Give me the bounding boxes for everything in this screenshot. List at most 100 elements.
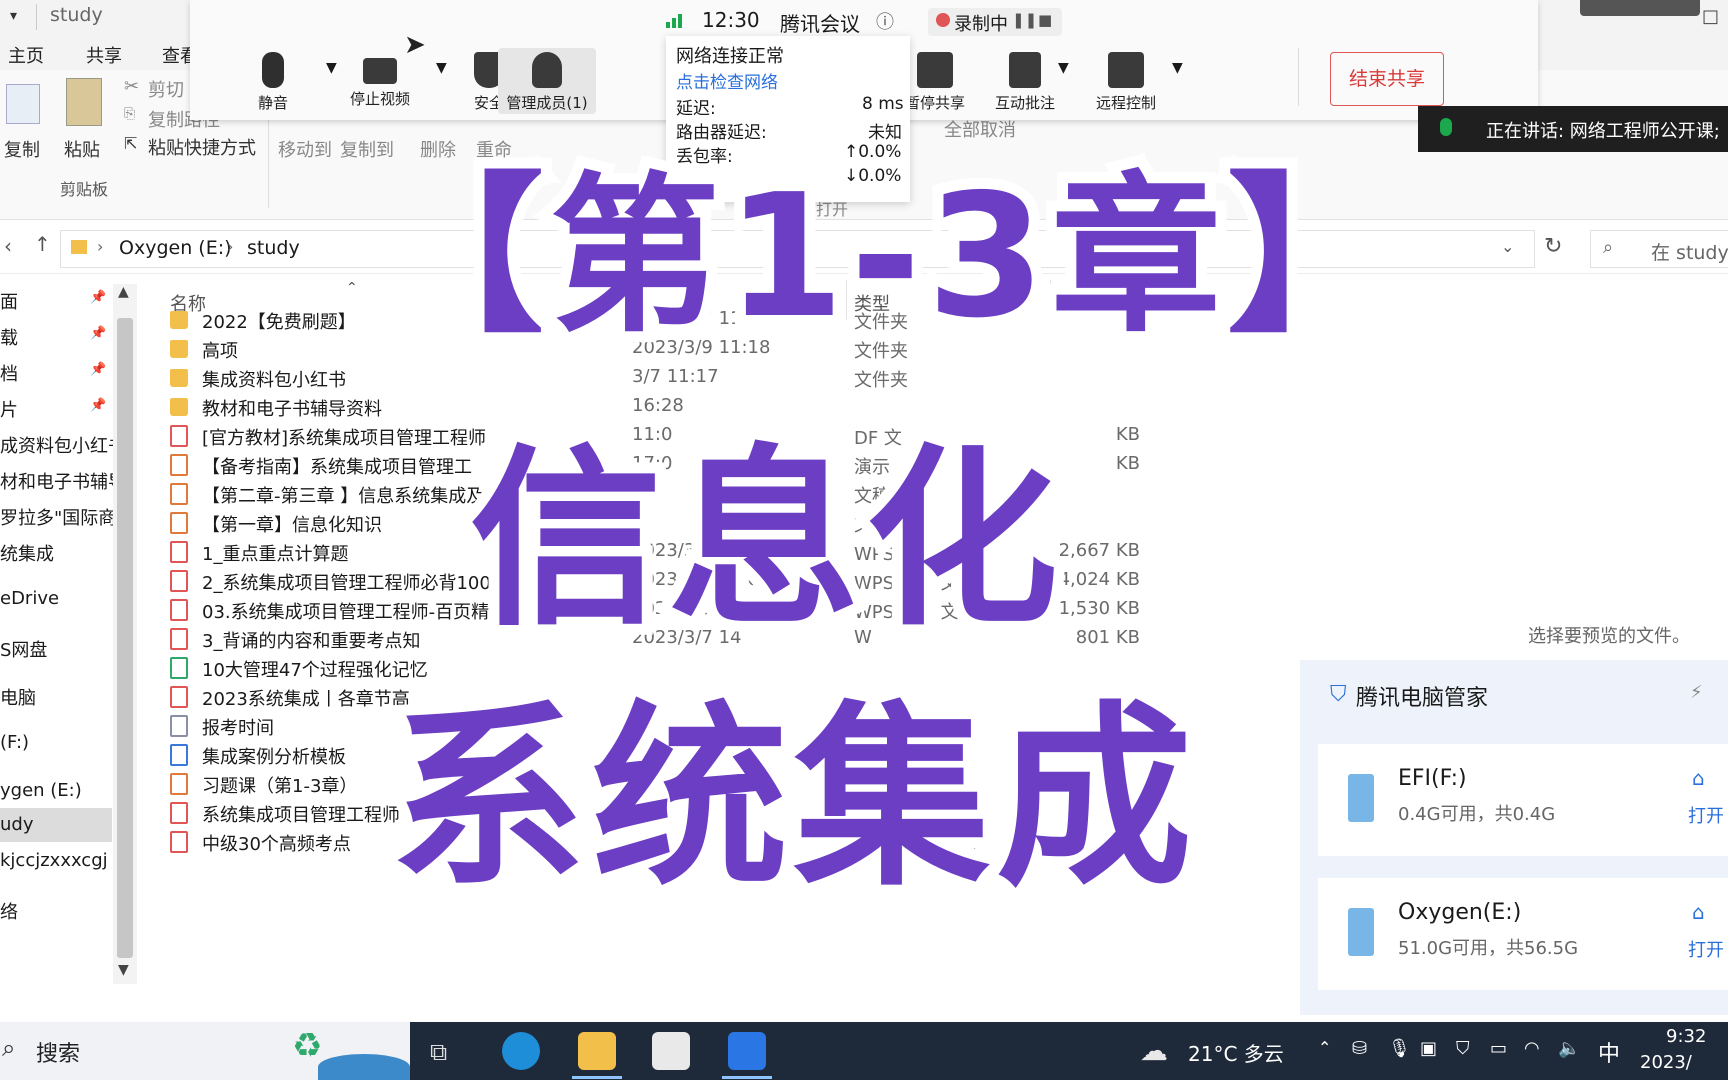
weather-text[interactable]: 21°C 多云 [1188, 1038, 1284, 1067]
nav-item[interactable]: 载 [0, 324, 18, 350]
usb-icon[interactable]: ⛁ [1352, 1038, 1367, 1059]
ppt-file-icon [170, 512, 188, 534]
shortcut-icon: ⇱ [124, 134, 138, 153]
speaker-icon[interactable]: 🔈 [1558, 1038, 1580, 1059]
pdf-file-icon [170, 628, 188, 650]
search-placeholder: 在 study [1651, 242, 1728, 264]
nav-item[interactable]: 片 [0, 396, 18, 422]
pdf-file-icon [170, 425, 188, 447]
nav-item-network[interactable]: 络 [0, 898, 18, 924]
info-icon[interactable]: ⓘ [876, 8, 894, 34]
chevron-down-icon[interactable]: ⌄ [1501, 237, 1514, 256]
chevron-down-icon[interactable]: ▼ [1172, 60, 1183, 76]
move-to-button[interactable]: 移动到 [278, 136, 332, 162]
search-input[interactable]: ⌕ 在 study [1590, 230, 1728, 268]
nav-item[interactable]: 统集成 [0, 540, 54, 566]
paste-shortcut-button[interactable]: 粘贴快捷方式 [148, 134, 256, 160]
quick-access-chevron-icon[interactable]: ▾ [10, 8, 17, 24]
speaking-text: 正在讲话: 网络工程师公开课; [1486, 121, 1720, 142]
nav-item[interactable]: 成资料包小红书 [0, 432, 126, 458]
breadcrumb-folder[interactable]: study [247, 237, 300, 259]
recording-label: 录制中 [954, 14, 1008, 35]
clock-time[interactable]: 9:32 [1666, 1026, 1706, 1047]
remote-control-button[interactable]: 远程控制 [1090, 52, 1162, 113]
clock-date[interactable]: 2023/ [1640, 1052, 1692, 1073]
stop-icon[interactable]: ■ [1038, 11, 1052, 29]
mute-label: 静音 [257, 94, 288, 112]
nav-item[interactable]: 罗拉多"国际商 [0, 504, 116, 530]
nav-item-study[interactable]: udy [0, 814, 34, 835]
tencent-meeting-icon[interactable] [728, 1032, 766, 1070]
nav-item[interactable]: kjccjzxxxcgj [0, 850, 108, 871]
pause-share-button[interactable]: 暂停共享 [900, 52, 970, 113]
nav-item-this-pc[interactable]: 电脑 [0, 684, 36, 710]
pause-icon[interactable]: ❚❚ [1012, 11, 1037, 29]
shield-icon[interactable]: ⛉ [1456, 1038, 1470, 1059]
nav-item[interactable]: 档 [0, 360, 18, 386]
breadcrumb-drive[interactable]: Oxygen (E:) [119, 237, 232, 259]
copy-icon[interactable] [6, 84, 40, 124]
wifi-icon[interactable]: ◠ [1524, 1038, 1540, 1059]
active-app-indicator [572, 1076, 622, 1079]
refresh-icon[interactable]: ↻ [1544, 234, 1562, 259]
edge-icon[interactable] [502, 1032, 540, 1070]
back-icon[interactable]: ‹ [4, 234, 12, 258]
manage-members-button[interactable]: 管理成员(1) [500, 52, 594, 113]
pc-manager-title: 腾讯电脑管家 [1356, 686, 1489, 711]
manage-members-label: 管理成员(1) [506, 94, 588, 112]
mute-button[interactable]: 静音 [240, 52, 306, 113]
drive-card: EFI(F:) 0.4G可用，共0.4G ⌂ 打开 [1318, 744, 1728, 856]
video-camera-icon [363, 58, 397, 84]
folder-file-icon [170, 311, 188, 329]
meeting-app-name: 腾讯会议 [780, 12, 860, 36]
paste-icon[interactable] [66, 78, 102, 126]
file-explorer-icon[interactable] [578, 1032, 616, 1070]
chevron-down-icon[interactable]: ▼ [436, 60, 447, 76]
folder-open-icon[interactable]: ⌂ [1692, 766, 1705, 790]
nav-item[interactable]: 面 [0, 288, 18, 314]
nav-scrollbar-thumb[interactable] [117, 318, 133, 958]
settings-icon[interactable]: ⚡ [1690, 682, 1703, 703]
scroll-up-icon[interactable]: ▲ [118, 284, 129, 300]
copy-button[interactable]: 复制 [4, 136, 40, 162]
paste-button[interactable]: 粘贴 [64, 136, 100, 162]
up-arrow-icon[interactable]: ↑ [34, 232, 51, 256]
store-icon[interactable] [652, 1032, 690, 1070]
folder-file-icon [170, 340, 188, 358]
ime-indicator[interactable]: 中 [1598, 1036, 1620, 1068]
battery-icon[interactable]: ▭ [1490, 1038, 1507, 1059]
cut-button[interactable]: 剪切 [148, 76, 184, 102]
stop-video-button[interactable]: 停止视频 [330, 52, 430, 109]
pin-icon: 📌 [90, 326, 107, 341]
nav-item[interactable]: 材和电子书辅导 [0, 468, 126, 494]
microphone-icon[interactable]: 🎙 [1388, 1038, 1411, 1059]
check-network-link[interactable]: 点击检查网络 [676, 68, 778, 93]
maximize-icon[interactable]: □ [1702, 6, 1719, 27]
chevron-up-icon[interactable]: ⌃ [1318, 1038, 1331, 1057]
usb-drive-icon [1348, 774, 1374, 822]
task-view-icon[interactable]: ⧉ [430, 1038, 447, 1066]
nav-item-drive-e[interactable]: ygen (E:) [0, 780, 82, 801]
annotate-icon [1009, 52, 1041, 88]
annotate-button[interactable]: 互动批注 [990, 52, 1060, 113]
folder-open-icon[interactable]: ⌂ [1692, 900, 1705, 924]
monitor-icon[interactable]: ▣ [1420, 1038, 1437, 1059]
recording-indicator: 录制中 ❚❚ ■ [928, 8, 1062, 36]
pin-icon: 📌 [90, 362, 107, 377]
latency-label: 延迟: [676, 99, 716, 119]
nav-item-drive-f[interactable]: (F:) [0, 732, 29, 753]
tab-share[interactable]: 共享 [86, 42, 122, 68]
scroll-down-icon[interactable]: ▼ [118, 962, 129, 978]
open-drive-button[interactable]: 打开 [1688, 936, 1724, 962]
chevron-down-icon[interactable]: ▼ [1058, 60, 1069, 76]
folder-icon [71, 240, 87, 254]
end-share-button[interactable]: 结束共享 [1330, 52, 1444, 106]
nav-item-wps-drive[interactable]: S网盘 [0, 636, 47, 662]
open-drive-button[interactable]: 打开 [1688, 802, 1724, 828]
cloud-weather-icon: ☁ [1140, 1034, 1168, 1067]
nav-item-onedrive[interactable]: eDrive [0, 588, 59, 609]
overlay-title-informatization: 信息化 [459, 418, 1069, 663]
tab-home[interactable]: 主页 [8, 42, 44, 68]
taskbar-search[interactable]: ⌕ 搜索 ♻ [0, 1022, 410, 1080]
scissors-icon: ✂ [124, 76, 140, 97]
